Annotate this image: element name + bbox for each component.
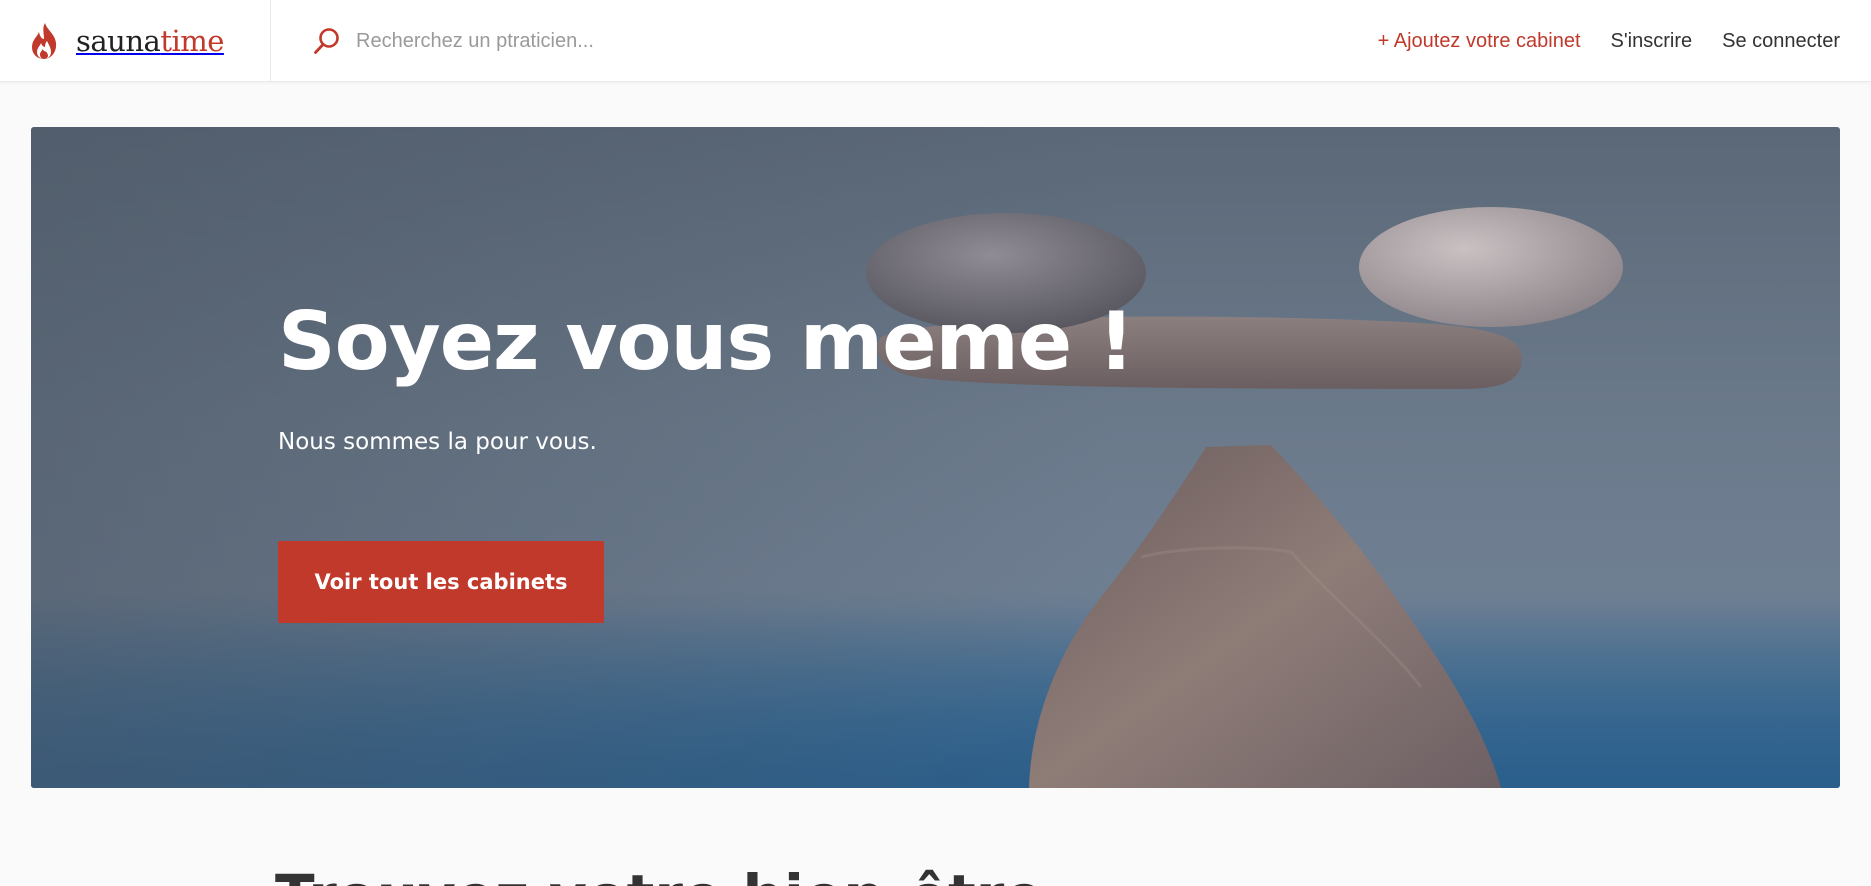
brand-name-main: sauna	[76, 24, 161, 58]
search-bar	[312, 0, 1012, 82]
view-all-cabinets-button[interactable]: Voir tout les cabinets	[278, 541, 604, 623]
top-navigation-bar: saunatime + Ajoutez votre cabinet S'insc…	[0, 0, 1871, 82]
brand-name-accent: time	[160, 24, 224, 58]
flame-icon	[32, 23, 57, 59]
signup-link[interactable]: S'inscrire	[1611, 30, 1693, 53]
login-link[interactable]: Se connecter	[1722, 30, 1840, 53]
balanced-stones-image	[31, 127, 1840, 788]
hero-banner: Soyez vous meme ! Nous sommes la pour vo…	[31, 127, 1840, 788]
add-cabinet-link[interactable]: + Ajoutez votre cabinet	[1378, 30, 1581, 53]
header-nav: + Ajoutez votre cabinet S'inscrire Se co…	[1378, 0, 1840, 82]
brand-logo-link[interactable]: saunatime	[0, 0, 271, 82]
search-icon[interactable]	[312, 26, 342, 56]
section-title: Trouvez votre bien-être	[275, 862, 1044, 886]
hero-subtitle: Nous sommes la pour vous.	[278, 429, 597, 455]
hero-title: Soyez vous meme !	[278, 295, 1134, 388]
search-input[interactable]	[356, 29, 876, 53]
brand-name: saunatime	[76, 24, 224, 58]
